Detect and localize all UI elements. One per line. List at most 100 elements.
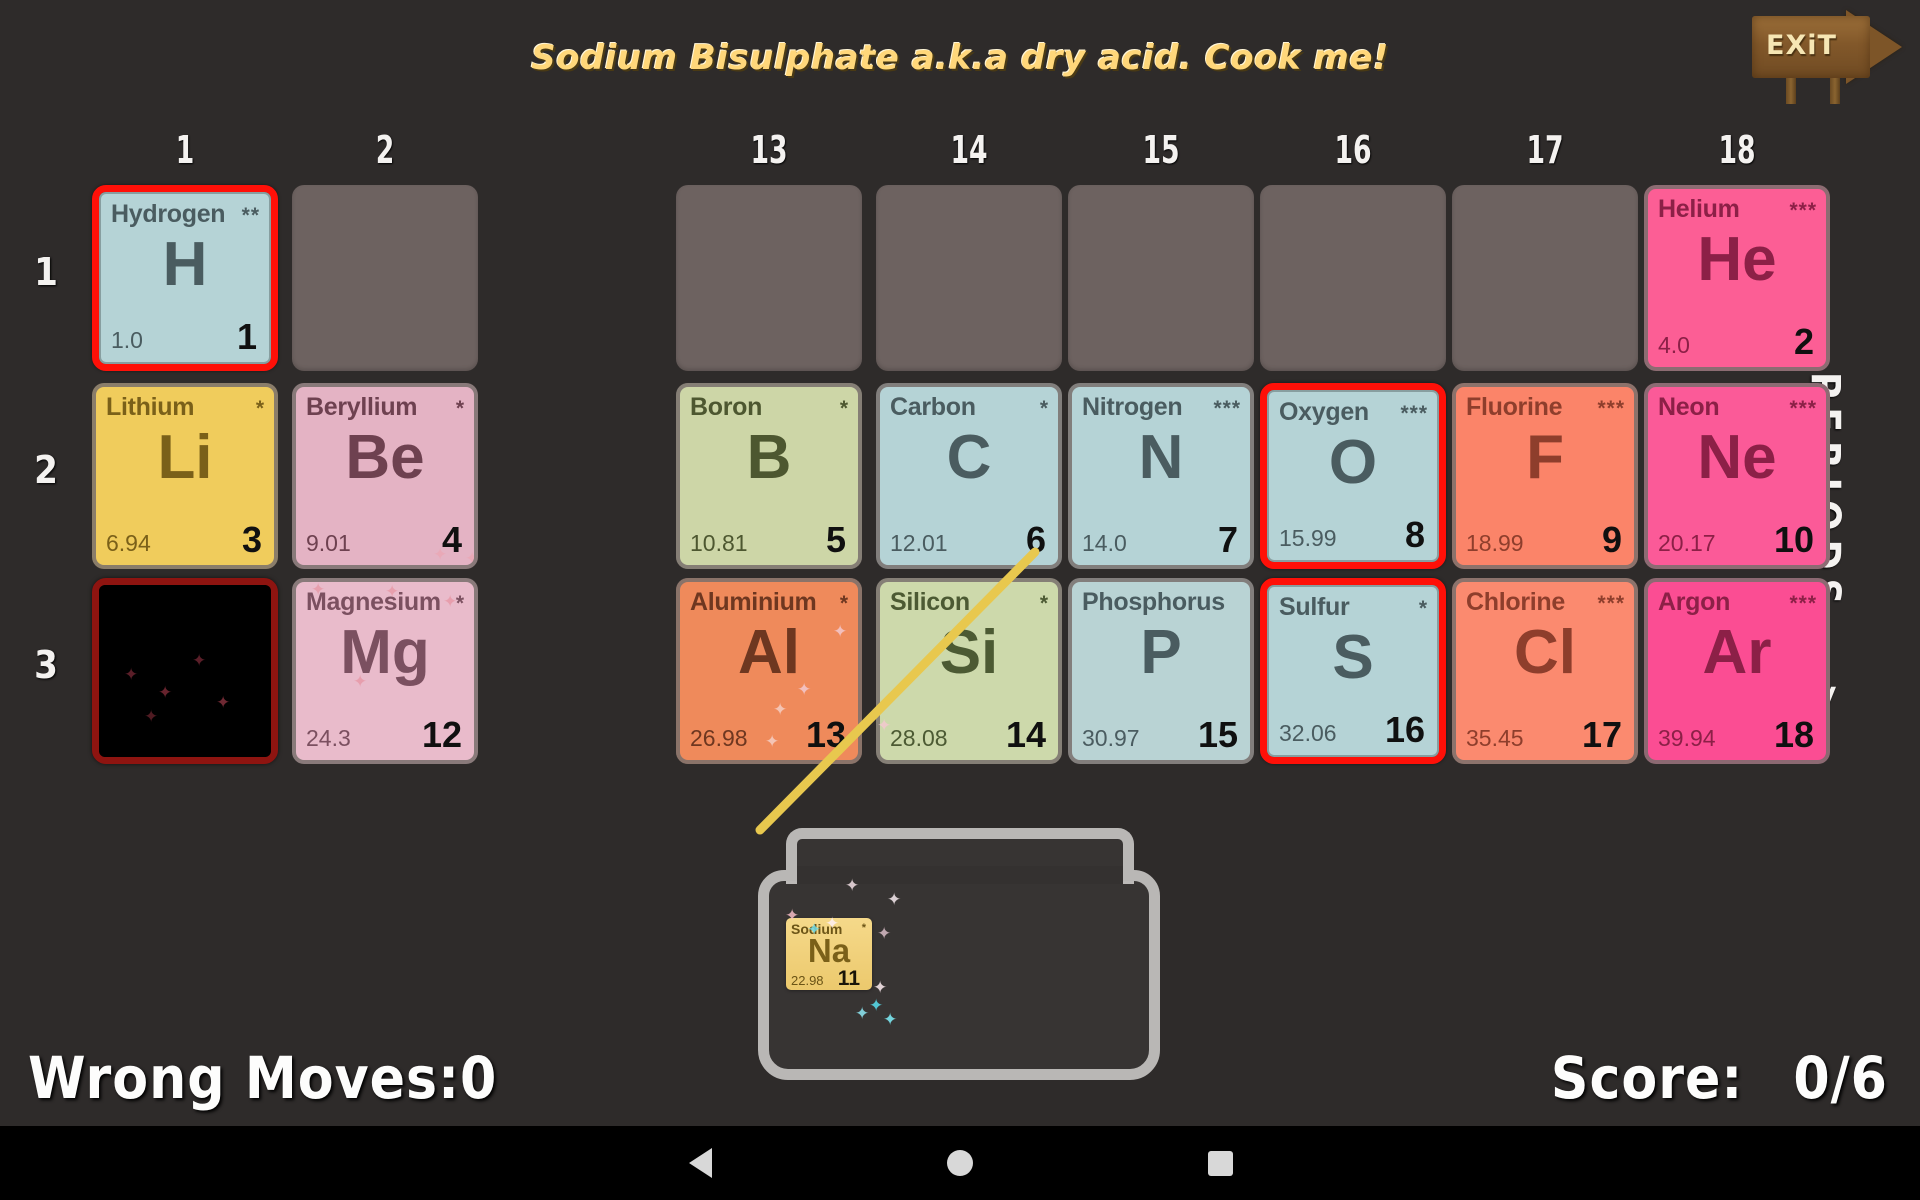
nav-home-button[interactable] [830,1150,1090,1176]
element-tile-p[interactable]: Phosphorus P 30.97 15 [1068,578,1254,764]
element-atomic-number: 4 [441,519,462,560]
element-name: Beryllium [306,393,418,421]
element-name: Phosphorus [1082,588,1225,616]
element-cell-he[interactable]: Helium *** He 4.0 2 [1644,185,1830,371]
element-cell-h[interactable]: Hydrogen ** H 1.0 1 [92,185,278,371]
element-symbol: Li [157,423,213,492]
android-navbar [0,1126,1920,1200]
element-symbol: Mg [340,618,430,687]
element-atomic-mass: 35.45 [1466,725,1524,751]
element-name: Magnesium [306,588,441,616]
element-name: Oxygen [1279,398,1369,426]
element-cell-na[interactable] [92,578,278,764]
jar-tile-mass: 22.98 [791,973,824,988]
nav-recents-button[interactable] [1090,1150,1350,1176]
element-cell-be[interactable]: Beryllium * Be 9.01 4 [292,383,478,569]
period-label-1: 1 [34,250,58,294]
back-triangle-icon [688,1148,712,1178]
empty-cell-r1-c17 [1452,185,1638,371]
element-name: Fluorine [1466,393,1563,421]
element-name: Aluminium [690,588,817,616]
element-atomic-number: 12 [421,714,462,755]
element-cell-n[interactable]: Nitrogen *** N 14.0 7 [1068,383,1254,569]
element-atomic-mass: 4.0 [1658,332,1690,358]
element-tile-si[interactable]: Silicon * Si 28.08 14 [876,578,1062,764]
element-cell-ar[interactable]: Argon *** Ar 39.94 18 [1644,578,1830,764]
element-symbol: B [746,423,792,492]
element-cell-f[interactable]: Fluorine *** F 18.99 9 [1452,383,1638,569]
element-difficulty-stars: * [255,397,265,420]
element-symbol: H [162,230,208,299]
jar-element-tile-sodium[interactable]: Sodium * Na 22.98 11 [786,918,872,990]
element-tile-mg[interactable]: Magnesium * Mg 24.3 12 [292,578,478,764]
element-difficulty-stars: * [1418,597,1428,620]
element-cell-li[interactable]: Lithium * Li 6.94 3 [92,383,278,569]
element-name: Boron [690,393,763,421]
element-cell-si[interactable]: Silicon * Si 28.08 14 [876,578,1062,764]
element-tile-cl[interactable]: Chlorine *** Cl 35.45 17 [1452,578,1638,764]
element-symbol: Al [738,618,800,687]
group-header-18: 18 [1718,128,1756,172]
element-atomic-mass: 9.01 [306,530,351,556]
element-cell-ne[interactable]: Neon *** Ne 20.17 10 [1644,383,1830,569]
empty-cell-r1-c16 [1260,185,1446,371]
element-atomic-number: 10 [1773,519,1814,560]
element-atomic-mass: 32.06 [1279,720,1337,746]
element-name: Silicon [890,588,970,616]
jar-tile-symbol: Na [807,932,851,969]
element-cell-cl[interactable]: Chlorine *** Cl 35.45 17 [1452,578,1638,764]
wrong-moves-label: Wrong Moves: [28,1044,460,1112]
mixing-jar[interactable]: Sodium * Na 22.98 11 [750,828,1170,1083]
wrong-moves-value: 0 [459,1044,498,1112]
element-difficulty-stars: *** [1597,592,1625,615]
period-label-2: 2 [34,448,58,492]
element-difficulty-stars: *** [1789,199,1817,222]
element-name: Lithium [106,393,195,421]
exit-button[interactable]: EXiT [1752,8,1904,104]
sparkle-icon [773,701,787,721]
element-tile-b[interactable]: Boron * B 10.81 5 [676,383,862,569]
element-atomic-number: 3 [241,519,262,560]
element-tile-ne[interactable]: Neon *** Ne 20.17 10 [1644,383,1830,569]
element-tile-n[interactable]: Nitrogen *** N 14.0 7 [1068,383,1254,569]
element-symbol: He [1697,225,1777,294]
element-symbol: F [1526,423,1564,492]
jar-tile-stars: * [861,922,866,934]
element-atomic-number: 6 [1025,519,1046,560]
score-counter: Score: 0/6 [1551,1044,1888,1112]
element-tile-be[interactable]: Beryllium * Be 9.01 4 [292,383,478,569]
sparkle-icon [465,550,474,565]
element-name: Helium [1658,195,1740,223]
element-cell-al[interactable]: Aluminium * Al 26.98 13 [676,578,862,764]
nav-back-button[interactable] [570,1148,830,1178]
element-symbol: C [946,423,992,492]
element-symbol: Si [939,618,999,687]
element-tile-o[interactable]: Oxygen *** O 15.99 8 [1267,390,1439,562]
element-symbol: Ar [1702,618,1772,687]
element-difficulty-stars: * [839,592,849,615]
element-tile-he[interactable]: Helium *** He 4.0 2 [1644,185,1830,371]
element-atomic-number: 9 [1601,519,1622,560]
empty-cell-r1-c2 [292,185,478,371]
recent-square-icon [1207,1150,1233,1176]
element-cell-o[interactable]: Oxygen *** O 15.99 8 [1260,383,1446,569]
element-cell-c[interactable]: Carbon * C 12.01 6 [876,383,1062,569]
group-header-14: 14 [950,128,988,172]
element-difficulty-stars: *** [1597,397,1625,420]
element-atomic-mass: 12.01 [890,530,948,556]
element-atomic-mass: 24.3 [306,725,351,751]
element-cell-b[interactable]: Boron * B 10.81 5 [676,383,862,569]
element-tile-c[interactable]: Carbon * C 12.01 6 [876,383,1062,569]
empty-cell-r1-c15 [1068,185,1254,371]
element-tile-ar[interactable]: Argon *** Ar 39.94 18 [1644,578,1830,764]
element-tile-h[interactable]: Hydrogen ** H 1.0 1 [99,192,271,364]
element-cell-s[interactable]: Sulfur * S 32.06 16 [1260,578,1446,764]
element-tile-al[interactable]: Aluminium * Al 26.98 13 [676,578,862,764]
element-cell-mg[interactable]: Magnesium * Mg 24.3 12 [292,578,478,764]
element-tile-s[interactable]: Sulfur * S 32.06 16 [1267,585,1439,757]
element-tile-f[interactable]: Fluorine *** F 18.99 9 [1452,383,1638,569]
element-atomic-mass: 28.08 [890,725,948,751]
element-tile-li[interactable]: Lithium * Li 6.94 3 [92,383,278,569]
element-cell-p[interactable]: Phosphorus P 30.97 15 [1068,578,1254,764]
element-symbol: Ne [1697,423,1777,492]
